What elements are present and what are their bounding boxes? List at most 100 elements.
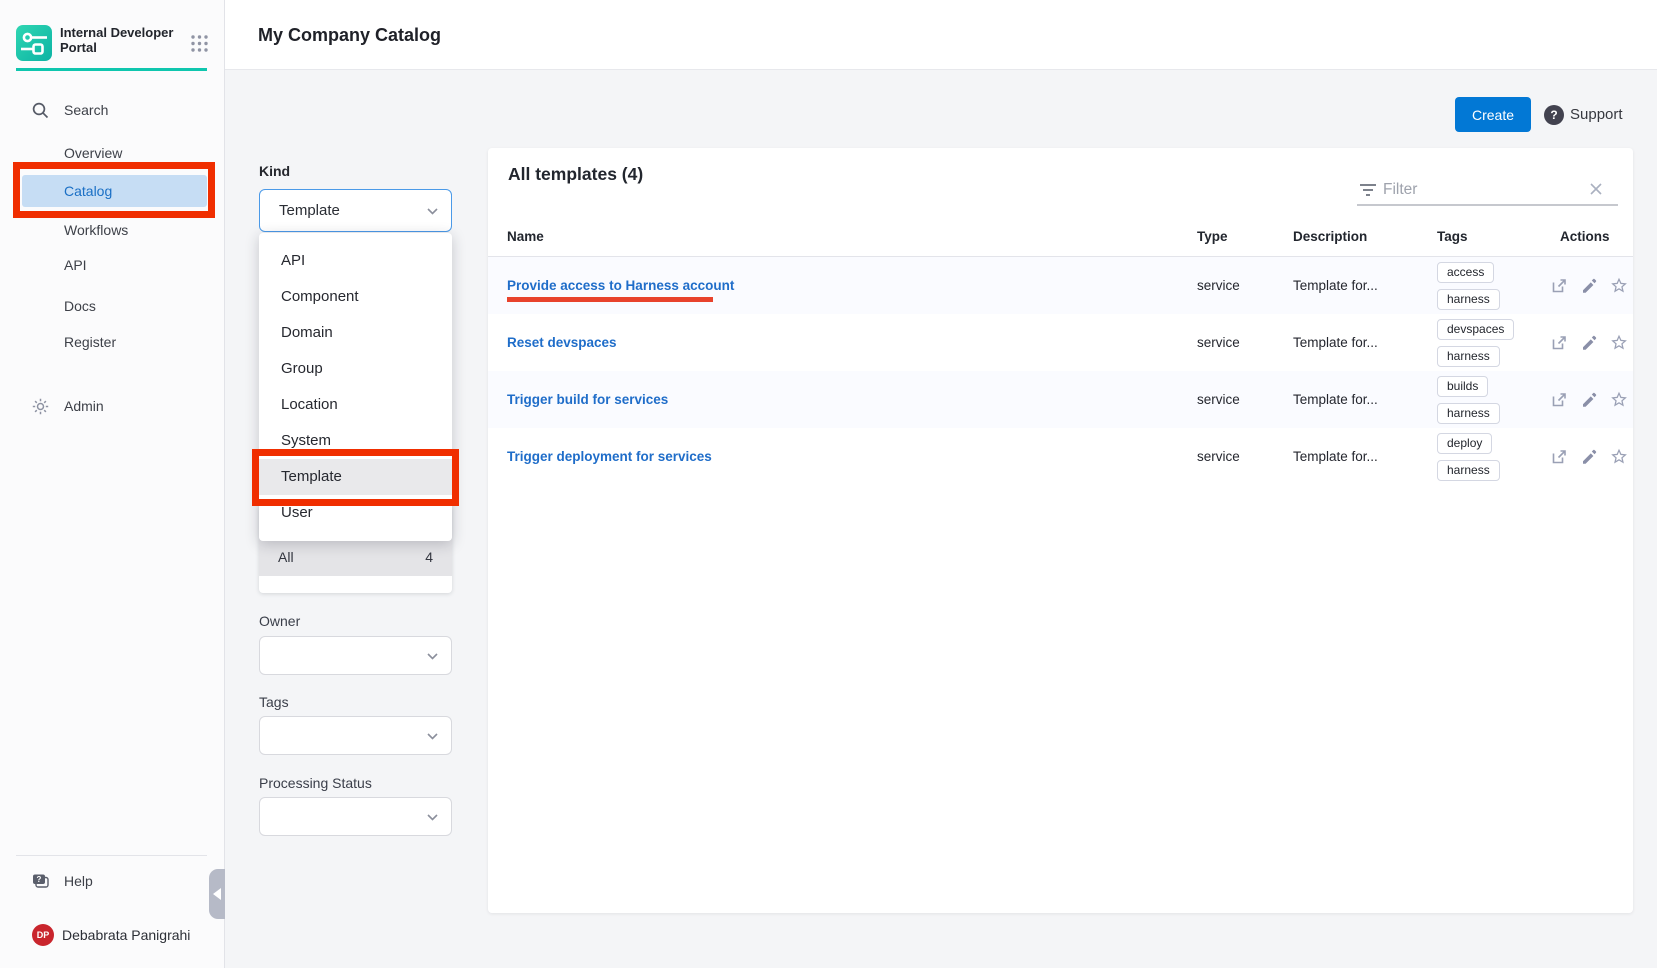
template-name-link[interactable]: Reset devspaces xyxy=(507,314,617,371)
idp-logo-icon xyxy=(16,25,52,61)
sidebar-item-label: Admin xyxy=(64,393,104,419)
help-chat-icon: ? xyxy=(31,872,50,891)
chevron-down-icon xyxy=(426,205,439,218)
row-actions xyxy=(1550,371,1628,428)
user-name: Debabrata Panigrahi xyxy=(62,924,190,946)
row-description: Template for... xyxy=(1293,371,1378,428)
sidebar-item-label: Register xyxy=(64,329,116,355)
row-description: Template for... xyxy=(1293,314,1378,371)
kind-select[interactable]: Template xyxy=(259,189,452,232)
row-description: Template for... xyxy=(1293,428,1378,485)
kind-dropdown-menu: API Component Domain Group Location Syst… xyxy=(259,233,452,541)
table-row: Reset devspaces service Template for... … xyxy=(488,314,1633,371)
chevron-down-icon xyxy=(426,650,439,663)
kind-option-system[interactable]: System xyxy=(259,423,452,459)
app-title: Internal Developer Portal xyxy=(60,25,178,55)
tag-chip: deploy xyxy=(1437,433,1492,454)
open-in-new-icon[interactable] xyxy=(1550,277,1568,295)
open-in-new-icon[interactable] xyxy=(1550,334,1568,352)
page-title: My Company Catalog xyxy=(258,0,441,70)
sidebar-item-label: Help xyxy=(64,868,93,894)
kind-option-user[interactable]: User xyxy=(259,495,452,531)
table-row: Trigger build for services service Templ… xyxy=(488,371,1633,428)
kind-option-location[interactable]: Location xyxy=(259,387,452,423)
template-name-link[interactable]: Trigger deployment for services xyxy=(507,428,712,485)
column-header-tags: Tags xyxy=(1437,229,1468,244)
row-type: service xyxy=(1197,371,1240,428)
processing-status-label: Processing Status xyxy=(259,775,372,791)
table-body: Provide access to Harness account servic… xyxy=(488,257,1633,485)
kind-option-component[interactable]: Component xyxy=(259,279,452,315)
tag-chip: harness xyxy=(1437,346,1500,367)
sidebar-item-workflows[interactable]: Workflows xyxy=(0,217,225,243)
facet-count: 4 xyxy=(425,538,433,576)
star-icon[interactable] xyxy=(1610,448,1628,466)
edit-pencil-icon[interactable] xyxy=(1580,448,1598,466)
owner-select[interactable] xyxy=(259,636,452,675)
table-filter-field[interactable] xyxy=(1357,175,1618,206)
processing-status-select[interactable] xyxy=(259,797,452,836)
row-type: service xyxy=(1197,428,1240,485)
sidebar-item-label: API xyxy=(64,252,87,278)
open-in-new-icon[interactable] xyxy=(1550,448,1568,466)
chevron-left-icon xyxy=(213,888,221,900)
row-actions xyxy=(1550,428,1628,485)
sidebar-item-label: Catalog xyxy=(64,175,112,207)
sidebar-item-api[interactable]: API xyxy=(0,252,225,278)
edit-pencil-icon[interactable] xyxy=(1580,277,1598,295)
column-header-actions: Actions xyxy=(1560,229,1610,244)
kind-option-group[interactable]: Group xyxy=(259,351,452,387)
tag-chip: access xyxy=(1437,262,1494,283)
star-icon[interactable] xyxy=(1610,334,1628,352)
sidebar-item-help[interactable]: ? Help xyxy=(0,868,225,894)
svg-text:?: ? xyxy=(37,875,42,884)
kind-option-template[interactable]: Template xyxy=(259,459,452,495)
sidebar-item-admin[interactable]: Admin xyxy=(0,393,225,419)
kind-option-domain[interactable]: Domain xyxy=(259,315,452,351)
tag-chip: devspaces xyxy=(1437,319,1514,340)
row-description: Template for... xyxy=(1293,257,1378,314)
kind-label: Kind xyxy=(259,163,290,179)
sidebar-item-label: Docs xyxy=(64,293,96,319)
edit-pencil-icon[interactable] xyxy=(1580,391,1598,409)
tag-chip: harness xyxy=(1437,289,1500,310)
table-header-row: Name Type Description Tags Actions xyxy=(488,229,1633,257)
support-icon[interactable]: ? xyxy=(1544,105,1564,125)
open-in-new-icon[interactable] xyxy=(1550,391,1568,409)
row-type: service xyxy=(1197,314,1240,371)
table-filter-input[interactable] xyxy=(1383,177,1583,203)
row-actions xyxy=(1550,314,1628,371)
row-tags: builds harness xyxy=(1437,371,1500,428)
star-icon[interactable] xyxy=(1610,277,1628,295)
edit-pencil-icon[interactable] xyxy=(1580,334,1598,352)
filter-icon xyxy=(1359,182,1377,198)
row-actions xyxy=(1550,257,1628,314)
create-button[interactable]: Create xyxy=(1455,97,1531,132)
support-button[interactable]: Support xyxy=(1570,104,1623,126)
tags-label: Tags xyxy=(259,694,289,710)
sidebar-item-register[interactable]: Register xyxy=(0,329,225,355)
sidebar-item-search[interactable]: Search xyxy=(0,97,225,123)
sidebar-item-catalog[interactable]: Catalog xyxy=(22,175,207,207)
owner-label: Owner xyxy=(259,613,300,629)
star-icon[interactable] xyxy=(1610,391,1628,409)
tag-chip: harness xyxy=(1437,403,1500,424)
table-title: All templates (4) xyxy=(508,164,643,185)
chevron-down-icon xyxy=(426,730,439,743)
template-name-link[interactable]: Trigger build for services xyxy=(507,371,668,428)
kind-option-api[interactable]: API xyxy=(259,243,452,279)
tags-select[interactable] xyxy=(259,716,452,755)
sidebar-item-docs[interactable]: Docs xyxy=(0,293,225,319)
column-header-description: Description xyxy=(1293,229,1367,244)
row-tags: access harness xyxy=(1437,257,1500,314)
sidebar-collapse-handle[interactable] xyxy=(209,869,225,919)
sidebar-divider xyxy=(16,855,207,856)
template-name-link[interactable]: Provide access to Harness account xyxy=(507,257,734,314)
clear-filter-icon[interactable] xyxy=(1588,181,1604,197)
sidebar-item-label: Workflows xyxy=(64,217,128,243)
facet-all-row[interactable]: All 4 xyxy=(259,538,452,576)
app-switcher-icon[interactable] xyxy=(189,33,210,54)
page-header: My Company Catalog xyxy=(225,0,1657,70)
sidebar-item-overview[interactable]: Overview xyxy=(0,140,225,166)
row-type: service xyxy=(1197,257,1240,314)
